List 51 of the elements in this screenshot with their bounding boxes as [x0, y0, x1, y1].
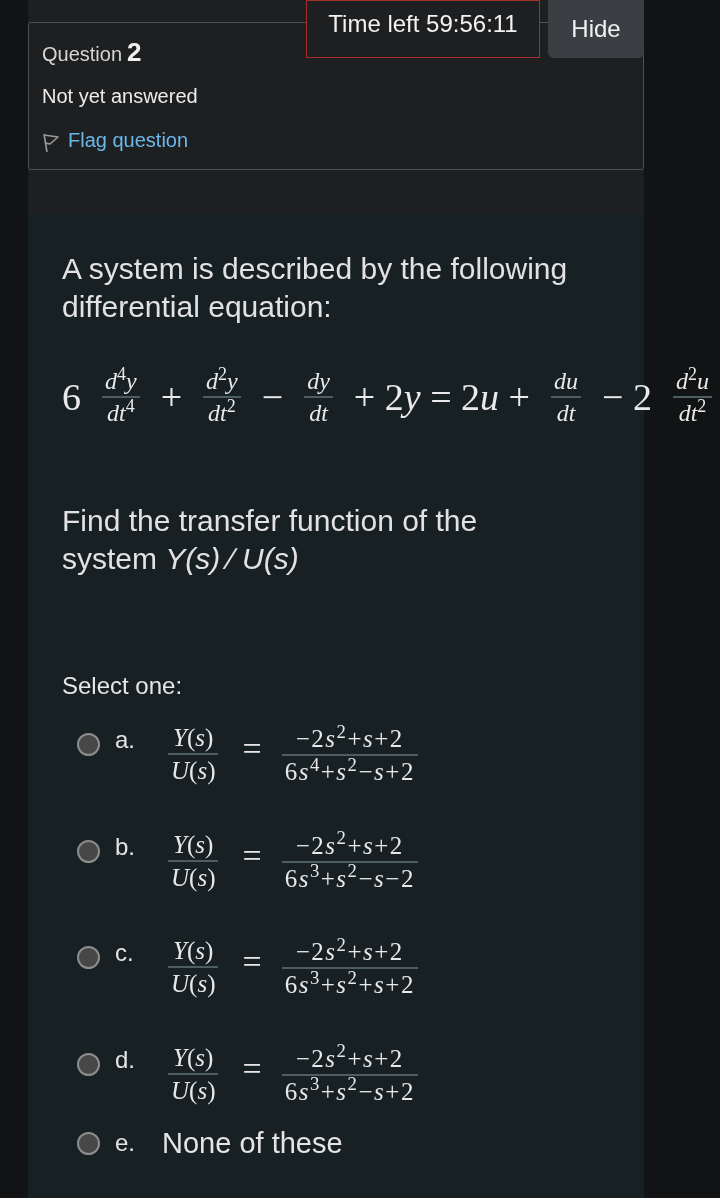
math-term: −: [261, 378, 284, 416]
math-term: +: [160, 378, 183, 416]
fraction-denominator: 6s$^{3}$+s$^{2}$−s+2: [283, 1075, 416, 1107]
fraction-numerator: Y(s): [172, 936, 215, 967]
fraction-numerator: du: [553, 367, 580, 396]
flag-icon: [42, 133, 60, 153]
fraction-denominator: dt: [555, 399, 577, 428]
option-letter: d.: [115, 1045, 136, 1074]
fraction-numerator: d$^{4}$y: [104, 366, 138, 396]
fraction-denominator: U(s): [170, 756, 217, 787]
question-text: A system is described by the following differential equation:: [62, 251, 569, 325]
fraction-numerator: −2s$^{2}$+s+2: [294, 936, 405, 967]
fraction-denominator: 6s$^{3}$+s$^{2}$+s+2: [283, 969, 416, 1001]
option-letter: c.: [115, 939, 135, 967]
fraction-numerator: dy: [306, 367, 331, 396]
fraction-numerator: Y(s): [172, 723, 215, 754]
fraction-denominator: U(s): [170, 1075, 217, 1106]
question-prompt: Find the transfer function of the system Y(s) ∕ U(s): [62, 503, 479, 577]
fraction-denominator: 6s$^{4}$+s$^{2}$−s+2: [283, 756, 416, 788]
option-text: None of these: [162, 1126, 343, 1160]
fraction-denominator: U(s): [170, 862, 217, 893]
fraction-numerator: Y(s): [172, 829, 215, 860]
option-letter: a.: [115, 726, 136, 754]
math-relation: =: [242, 838, 262, 873]
select-label: Select one:: [62, 671, 183, 701]
question-status: Not yet answered: [42, 84, 198, 109]
hide-button[interactable]: Hide: [548, 0, 644, 58]
fraction-denominator: dt$^{4}$: [106, 398, 136, 428]
math-relation: =: [242, 1051, 262, 1086]
fraction-numerator: d$^{2}$y: [205, 366, 239, 396]
fraction-denominator: dt$^{2}$: [207, 398, 237, 428]
math-relation: =: [242, 945, 262, 979]
math-term: + 2y = 2u +: [353, 378, 531, 416]
fraction-numerator: −2s$^{2}$+s+2: [294, 723, 405, 754]
fraction-numerator: −2s$^{2}$+s+2: [294, 829, 405, 861]
math-term: 6: [62, 378, 81, 416]
option-letter: e.: [115, 1129, 136, 1157]
fraction-denominator: U(s): [170, 969, 217, 1000]
flag-question-link[interactable]: Flag question: [42, 126, 189, 154]
timer: Time left 59:56:11: [306, 0, 540, 58]
math-term: − 2: [602, 378, 652, 416]
fraction-denominator: dt$^{2}$: [677, 398, 708, 428]
fraction-denominator: dt: [308, 399, 330, 428]
question-number: 2: [127, 37, 142, 67]
option-letter: b.: [115, 832, 136, 861]
fraction-numerator: Y(s): [172, 1042, 215, 1073]
math-relation: =: [242, 732, 262, 766]
question-label: Question: [42, 42, 123, 67]
fraction-denominator: 6s$^{3}$+s$^{2}$−s−2: [283, 862, 416, 894]
fraction-numerator: −2s$^{2}$+s+2: [294, 1042, 405, 1074]
fraction-numerator: d$^{2}$u: [674, 366, 710, 396]
